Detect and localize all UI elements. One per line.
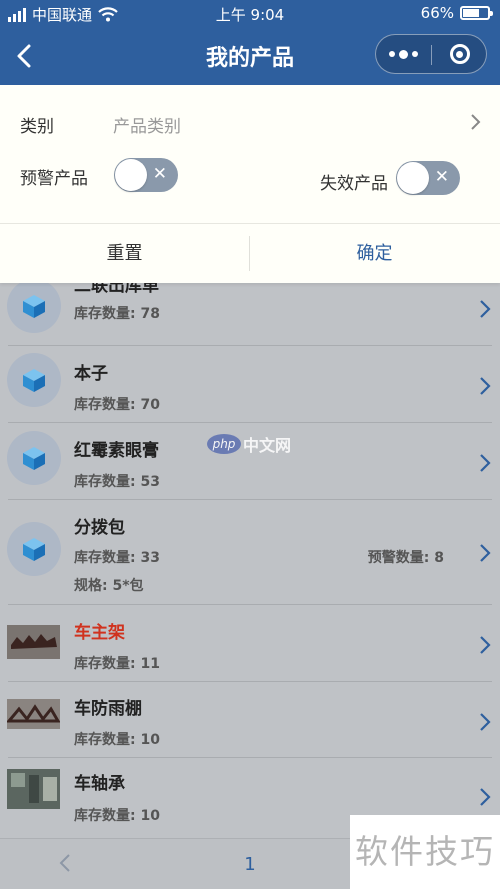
warning-product-label: 预警产品 (20, 169, 88, 189)
chevron-right-icon (480, 713, 491, 731)
battery-icon (460, 6, 493, 20)
list-item[interactable]: 本子 库存数量: 70 (0, 346, 500, 423)
corner-watermark: 软件技巧 (350, 815, 500, 889)
list-item[interactable]: 分拨包 库存数量: 33 预警数量: 8 规格: 5*包 (0, 500, 500, 605)
product-thumbnail (7, 625, 60, 659)
warning-quantity: 预警数量: 8 (367, 550, 444, 566)
chevron-right-icon[interactable] (470, 113, 482, 131)
stock-quantity: 库存数量: 53 (74, 474, 160, 490)
php-logo: php (207, 434, 241, 454)
chevron-right-icon (480, 454, 491, 472)
stock-quantity: 库存数量: 78 (74, 306, 160, 322)
stock-quantity: 库存数量: 33 (74, 550, 160, 566)
product-thumbnail (7, 769, 60, 809)
product-thumbnail (7, 699, 60, 729)
category-select[interactable]: 产品类别 (113, 112, 181, 137)
watermark-logo: php 中文网 (207, 432, 291, 456)
product-name: 车主架 (74, 623, 125, 643)
target-circle-icon (449, 44, 470, 64)
product-spec: 规格: 5*包 (74, 578, 144, 594)
list-item[interactable]: 车主架 库存数量: 11 (0, 605, 500, 682)
chevron-right-icon (480, 636, 491, 654)
nav-bar: 我的产品 (0, 28, 500, 85)
close-icon: ✕ (434, 167, 449, 187)
stock-quantity: 库存数量: 11 (74, 656, 160, 672)
filter-panel: 类别 产品类别 预警产品 ✕ 失效产品 ✕ 重置 确定 (0, 85, 500, 283)
close-miniprogram-button[interactable] (432, 35, 487, 73)
cube-icon (7, 431, 61, 485)
product-name: 红霉素眼膏 (74, 441, 159, 461)
chevron-right-icon (480, 300, 491, 318)
more-button[interactable] (376, 35, 431, 73)
warning-product-toggle[interactable]: ✕ (114, 158, 178, 192)
cube-icon (7, 353, 61, 407)
page-number[interactable]: 1 (240, 854, 260, 875)
chevron-left-icon[interactable] (58, 853, 72, 873)
product-name: 车防雨棚 (74, 699, 142, 719)
product-name: 车轴承 (74, 774, 125, 794)
product-name: 分拨包 (74, 518, 125, 538)
status-right: 66% (420, 4, 493, 22)
chevron-right-icon (480, 544, 491, 562)
confirm-button[interactable]: 确定 (250, 224, 499, 283)
cube-icon (7, 279, 61, 333)
stock-quantity: 库存数量: 70 (74, 397, 160, 413)
stock-quantity: 库存数量: 10 (74, 808, 160, 824)
close-icon: ✕ (152, 164, 167, 184)
chevron-right-icon (480, 377, 491, 395)
invalid-product-toggle[interactable]: ✕ (396, 161, 460, 195)
status-bar: 中国联通 上午 9:04 66% (0, 0, 500, 28)
cube-icon (7, 522, 61, 576)
stock-quantity: 库存数量: 10 (74, 732, 160, 748)
battery-percent: 66% (420, 4, 454, 22)
more-dots-icon (389, 51, 395, 57)
category-label: 类别 (20, 117, 54, 137)
list-item[interactable]: 车防雨棚 库存数量: 10 (0, 682, 500, 758)
miniprogram-capsule (375, 34, 487, 74)
watermark-text: 中文网 (243, 436, 292, 455)
chevron-right-icon (480, 788, 491, 806)
invalid-product-label: 失效产品 (320, 174, 388, 194)
reset-button[interactable]: 重置 (0, 224, 249, 283)
product-name: 本子 (74, 364, 108, 384)
